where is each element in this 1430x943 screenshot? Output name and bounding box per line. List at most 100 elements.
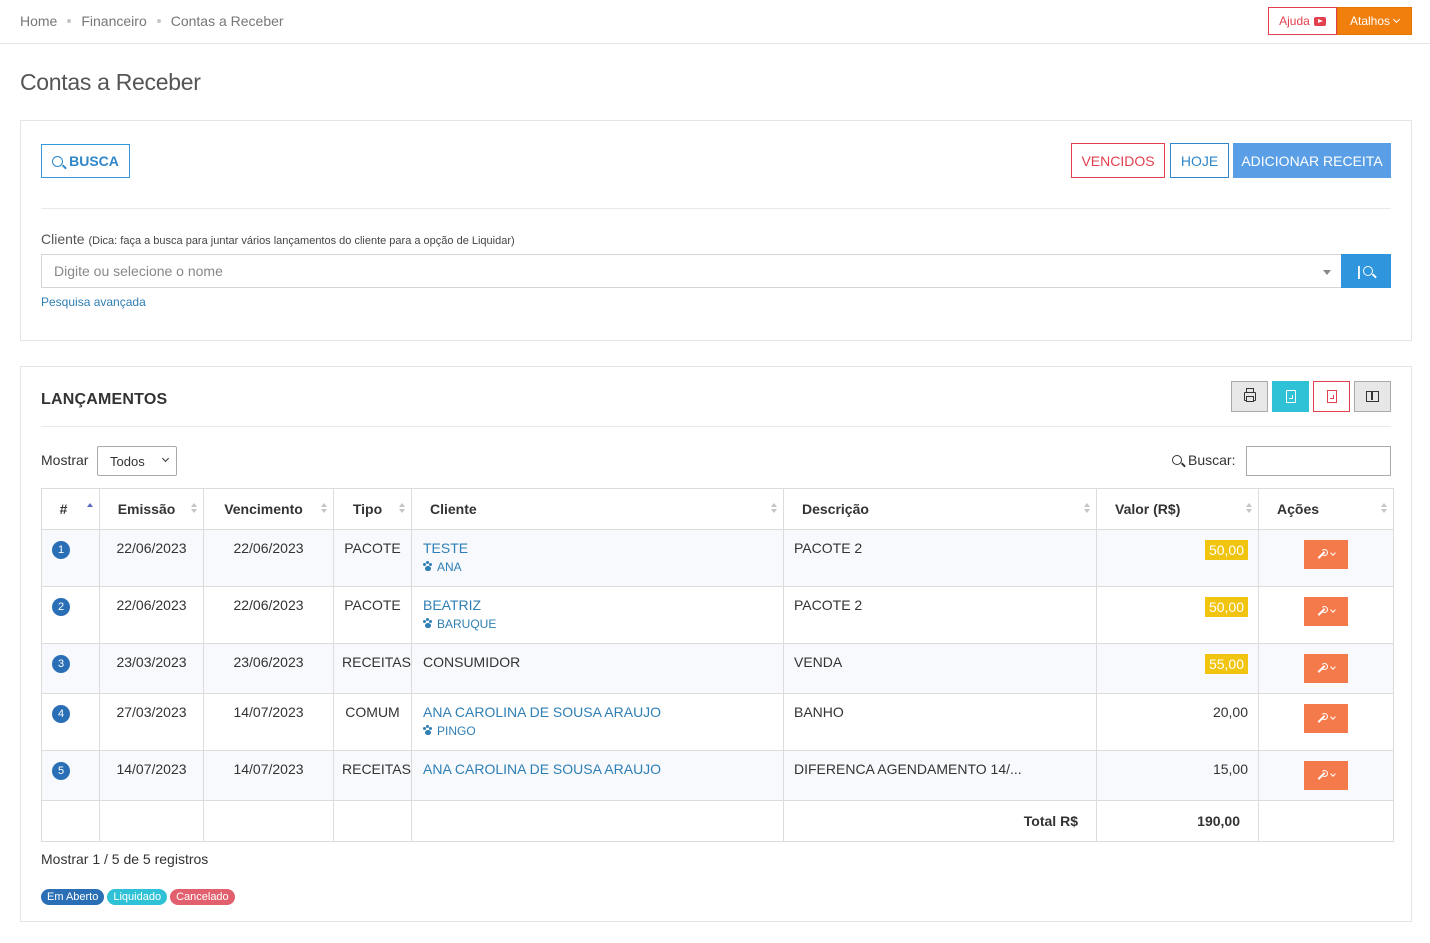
sort-asc-icon [87, 503, 93, 513]
client-select[interactable]: Digite ou selecione o nome [41, 254, 1342, 288]
value-text: 15,00 [1212, 761, 1248, 777]
pet-tag[interactable]: PINGO [423, 724, 775, 738]
col-header-descricao[interactable]: Descrição [783, 488, 1097, 530]
total-empty-cell [99, 800, 204, 842]
col-header-acoes[interactable]: Ações [1258, 488, 1394, 530]
chevron-down-icon [1392, 15, 1401, 24]
cell-cliente: TESTE ANA [411, 529, 784, 587]
vencidos-button[interactable]: VENCIDOS [1071, 143, 1165, 178]
cell-emissao: 27/03/2023 [99, 693, 204, 751]
sort-icon [399, 503, 405, 513]
table-header-row: # Emissão Vencimento Tipo Cliente Descri… [41, 488, 1394, 530]
table-search-text: Buscar: [1188, 452, 1236, 468]
divider [41, 208, 1391, 209]
wrench-icon [1317, 663, 1328, 674]
client-link[interactable]: ANA CAROLINA DE SOUSA ARAUJO [423, 704, 661, 720]
row-actions-button[interactable] [1304, 540, 1348, 569]
cell-valor: 50,00 [1096, 586, 1259, 644]
busca-label: BUSCA [69, 153, 119, 169]
col-header-emissao[interactable]: Emissão [99, 488, 204, 530]
cell-valor: 50,00 [1096, 529, 1259, 587]
cell-acoes [1258, 529, 1394, 587]
cell-acoes [1258, 586, 1394, 644]
client-link[interactable]: TESTE [423, 540, 468, 556]
search-panel: BUSCA VENCIDOS HOJE ADICIONAR RECEITA Cl… [20, 120, 1412, 341]
add-receita-button[interactable]: ADICIONAR RECEITA [1233, 143, 1391, 178]
pdf-export-button[interactable] [1313, 381, 1350, 412]
wrench-icon [1317, 606, 1328, 617]
row-index-badge: 2 [52, 598, 70, 616]
sort-icon [771, 503, 777, 513]
row-actions-button[interactable] [1304, 597, 1348, 626]
col-header-label: Descrição [802, 501, 869, 517]
breadcrumb-home[interactable]: Home [20, 13, 57, 29]
cell-descricao: BANHO [783, 693, 1097, 751]
breadcrumb-financeiro[interactable]: Financeiro [81, 13, 146, 29]
col-header-label: Vencimento [224, 501, 303, 517]
cell-valor: 20,00 [1096, 693, 1259, 751]
row-index-badge: 4 [52, 705, 70, 723]
col-header-label: Ações [1277, 501, 1320, 517]
chevron-down-icon [1330, 771, 1336, 777]
cell-emissao: 22/06/2023 [99, 529, 204, 587]
cell-valor: 55,00 [1096, 643, 1259, 694]
row-actions-button[interactable] [1304, 761, 1348, 790]
cell-vencimento: 14/07/2023 [203, 750, 334, 801]
help-label: Ajuda [1279, 14, 1310, 28]
top-bar: Home Financeiro Contas a Receber Ajuda A… [0, 0, 1430, 44]
sort-icon [191, 503, 197, 513]
legend-cancelado: Cancelado [170, 889, 235, 905]
paw-icon [423, 561, 433, 572]
excel-export-button[interactable] [1272, 381, 1309, 412]
cell-number: 2 [41, 586, 100, 644]
total-empty-cell [41, 800, 100, 842]
legend-liquidado: Liquidado [107, 889, 168, 905]
col-header-vencimento[interactable]: Vencimento [203, 488, 334, 530]
cell-cliente: ANA CAROLINA DE SOUSA ARAUJO [411, 750, 784, 801]
table-row: 1 22/06/2023 22/06/2023 PACOTE TESTE ANA… [41, 529, 1394, 587]
row-actions-button[interactable] [1304, 704, 1348, 733]
client-label: Cliente (Dica: faça a busca para juntar … [41, 231, 515, 247]
col-header-number[interactable]: # [41, 488, 100, 530]
client-link[interactable]: BEATRIZ [423, 597, 481, 613]
breadcrumb-separator [67, 19, 72, 23]
cell-descricao: VENDA [783, 643, 1097, 694]
cell-descricao: PACOTE 2 [783, 586, 1097, 644]
row-index-badge: 3 [52, 655, 70, 673]
advanced-search-link[interactable]: Pesquisa avançada [41, 295, 146, 309]
col-header-valor[interactable]: Valor (R$) [1096, 488, 1259, 530]
shortcuts-label: Atalhos [1349, 14, 1391, 28]
client-link[interactable]: ANA CAROLINA DE SOUSA ARAUJO [423, 761, 661, 777]
sort-icon [1084, 503, 1090, 513]
columns-toggle-button[interactable] [1354, 381, 1391, 412]
breadcrumb-current: Contas a Receber [170, 13, 284, 29]
client-placeholder: Digite ou selecione o nome [54, 263, 223, 279]
help-button[interactable]: Ajuda [1268, 7, 1337, 35]
col-header-tipo[interactable]: Tipo [333, 488, 412, 530]
pet-name: PINGO [437, 724, 476, 738]
cell-cliente: ANA CAROLINA DE SOUSA ARAUJO PINGO [411, 693, 784, 751]
chevron-down-icon [1330, 714, 1336, 720]
print-button[interactable] [1231, 381, 1268, 412]
cell-acoes [1258, 693, 1394, 751]
table-search-input[interactable] [1246, 446, 1391, 476]
shortcuts-button[interactable]: Atalhos [1337, 7, 1412, 35]
cell-cliente: BEATRIZ BARUQUE [411, 586, 784, 644]
busca-button[interactable]: BUSCA [41, 144, 130, 178]
columns-icon [1366, 391, 1379, 402]
total-empty-cell [411, 800, 784, 842]
pet-tag[interactable]: BARUQUE [423, 617, 775, 631]
col-header-cliente[interactable]: Cliente [411, 488, 784, 530]
wrench-icon [1317, 549, 1328, 560]
client-name: CONSUMIDOR [423, 654, 521, 670]
row-actions-button[interactable] [1304, 654, 1348, 683]
table-row: 2 22/06/2023 22/06/2023 PACOTE BEATRIZ B… [41, 586, 1394, 644]
value-badge-open: 55,00 [1204, 654, 1248, 674]
pet-name: ANA [437, 560, 462, 574]
show-entries-select[interactable]: Todos [97, 446, 177, 476]
client-search-button[interactable]: | [1341, 254, 1391, 288]
cell-tipo: PACOTE [333, 586, 412, 644]
table-row: 4 27/03/2023 14/07/2023 COMUM ANA CAROLI… [41, 693, 1394, 751]
pet-tag[interactable]: ANA [423, 560, 775, 574]
hoje-button[interactable]: HOJE [1170, 143, 1229, 178]
